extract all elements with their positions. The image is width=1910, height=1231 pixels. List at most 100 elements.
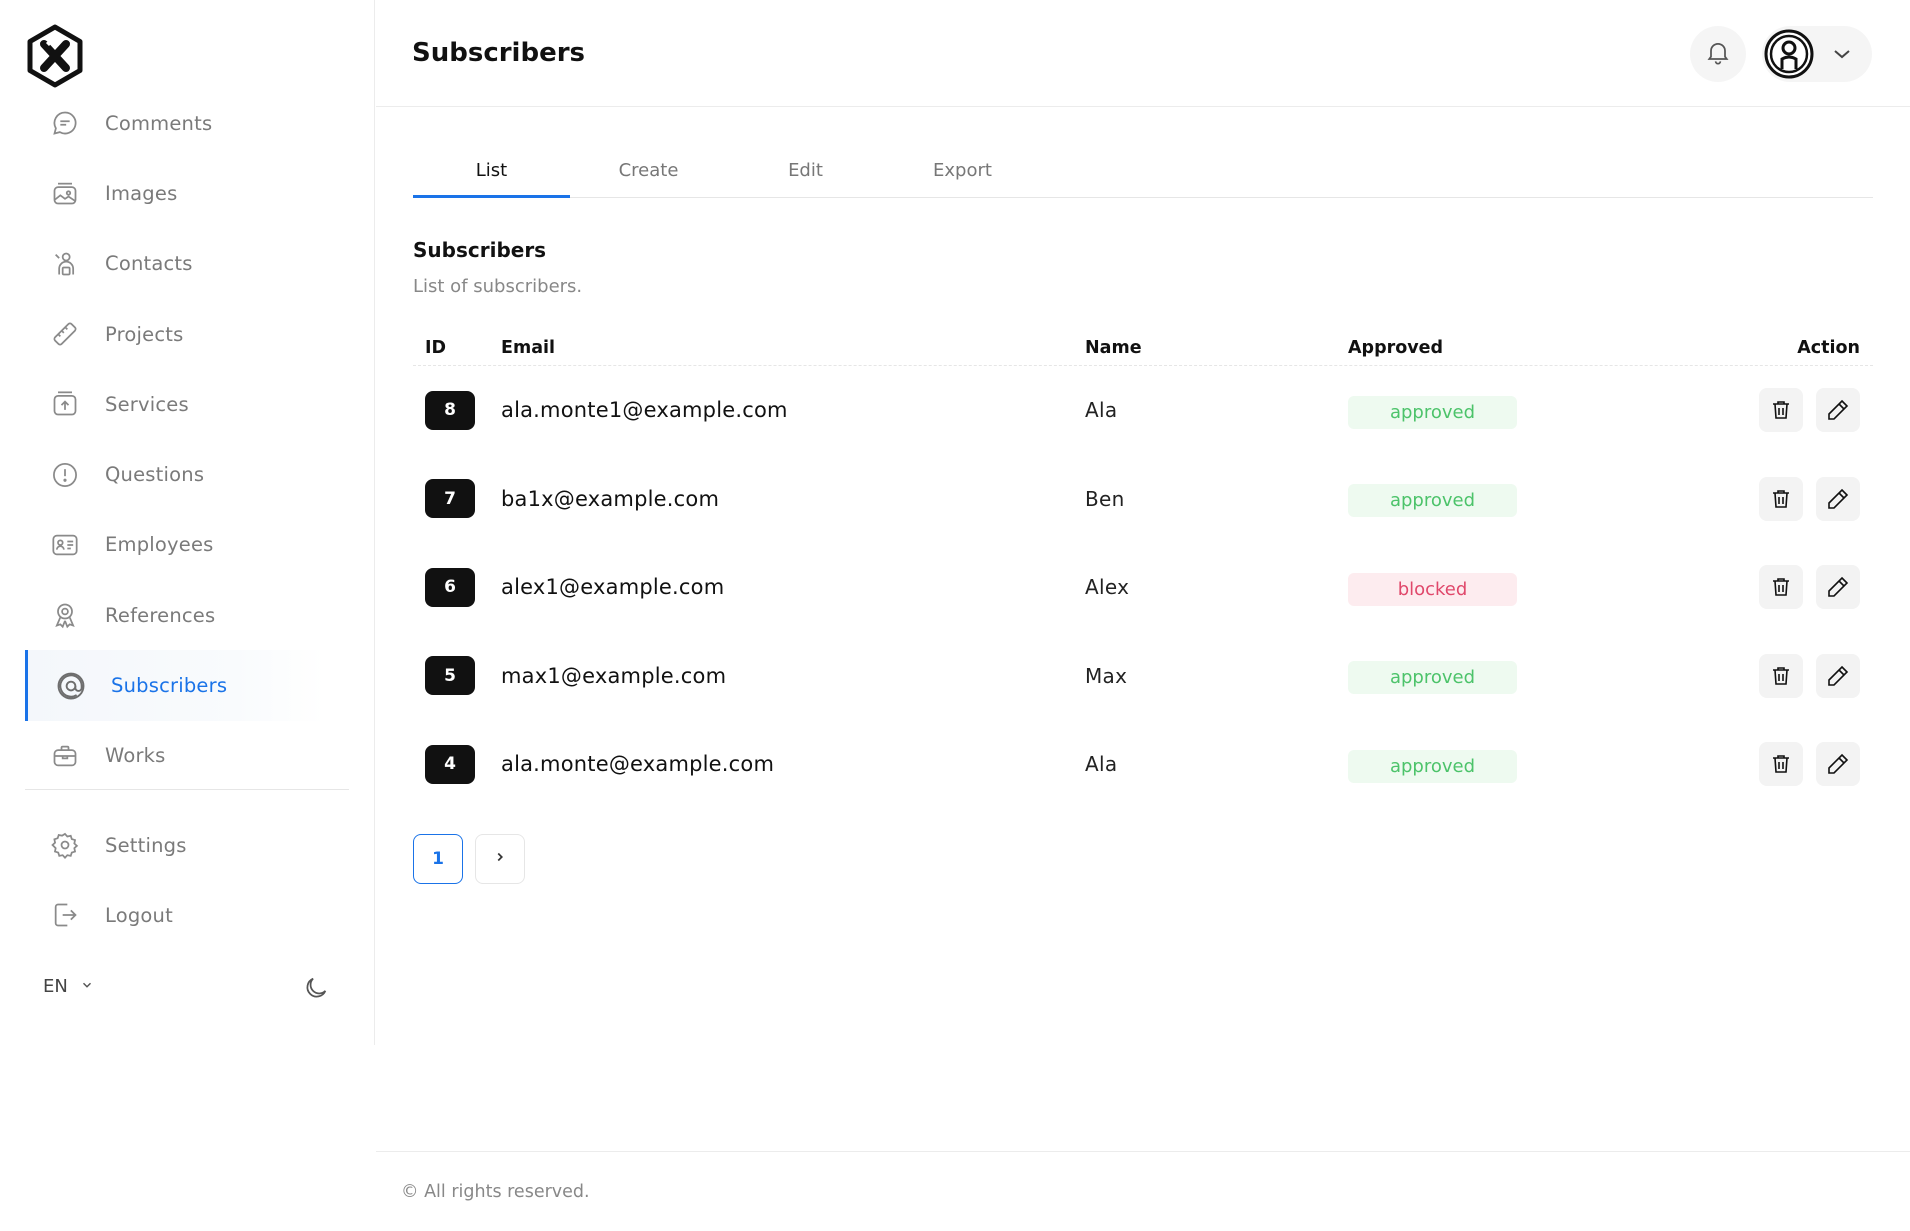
edit-button[interactable] bbox=[1816, 565, 1860, 610]
page-button-current[interactable]: 1 bbox=[413, 834, 463, 884]
delete-button[interactable] bbox=[1759, 742, 1803, 787]
sidebar-item-label: Logout bbox=[105, 903, 173, 927]
delete-button[interactable] bbox=[1759, 388, 1803, 433]
notifications-button[interactable] bbox=[1690, 26, 1746, 82]
status-badge: approved bbox=[1348, 484, 1517, 518]
table-header: ID Email Name Approved Action bbox=[413, 330, 1873, 366]
user-menu-button[interactable] bbox=[1762, 26, 1872, 82]
delete-button[interactable] bbox=[1759, 476, 1803, 521]
sidebar-item-logout[interactable]: Logout bbox=[25, 880, 349, 950]
sidebar-item-label: Settings bbox=[105, 833, 187, 857]
trash-icon bbox=[1773, 489, 1789, 508]
table-row: 5 max1@example.com Max approved bbox=[413, 632, 1873, 721]
top-header: Subscribers bbox=[376, 0, 1910, 107]
column-header-approved: Approved bbox=[1348, 337, 1444, 358]
copyright-text: © All rights reserved. bbox=[401, 1182, 590, 1202]
row-name: Max bbox=[1085, 663, 1128, 688]
status-badge: approved bbox=[1348, 749, 1517, 783]
row-name: Ben bbox=[1085, 486, 1125, 511]
sidebar-item-label: References bbox=[105, 603, 216, 627]
row-name: Ala bbox=[1085, 752, 1118, 777]
subscribers-table: ID Email Name Approved Action 8 ala.mont… bbox=[413, 330, 1873, 809]
table-row: 6 alex1@example.com Alex blocked bbox=[413, 543, 1873, 632]
sidebar-item-label: Questions bbox=[105, 463, 205, 487]
sidebar-item-employees[interactable]: Employees bbox=[25, 510, 349, 580]
sidebar-item-subscribers[interactable]: Subscribers bbox=[25, 650, 325, 721]
sidebar-item-works[interactable]: Works bbox=[25, 721, 349, 791]
contacts-icon bbox=[49, 248, 81, 280]
column-header-email: Email bbox=[501, 337, 555, 358]
sidebar-item-settings[interactable]: Settings bbox=[25, 810, 349, 880]
edit-button[interactable] bbox=[1816, 388, 1860, 433]
gear-icon bbox=[49, 829, 81, 861]
sidebar-item-projects[interactable]: Projects bbox=[25, 299, 349, 369]
sidebar-item-label: Comments bbox=[105, 111, 213, 135]
column-header-action: Action bbox=[1797, 337, 1860, 358]
id-badge: 8 bbox=[425, 390, 475, 430]
sidebar-item-references[interactable]: References bbox=[25, 580, 349, 650]
sidebar-item-comments[interactable]: Comments bbox=[25, 88, 349, 158]
edit-button[interactable] bbox=[1816, 476, 1860, 521]
trash-icon bbox=[1773, 578, 1789, 597]
dark-mode-moon-icon[interactable] bbox=[302, 974, 332, 1004]
logout-icon bbox=[49, 899, 81, 931]
sidebar-divider bbox=[25, 789, 349, 790]
trash-icon bbox=[1773, 666, 1789, 685]
page-title: Subscribers bbox=[412, 38, 586, 68]
pencil-icon bbox=[1828, 665, 1849, 686]
sidebar-item-label: Subscribers bbox=[111, 674, 228, 698]
row-email: ba1x@example.com bbox=[501, 486, 720, 511]
pagination: 1 bbox=[413, 834, 525, 884]
chevron-right-icon bbox=[493, 849, 507, 869]
language-label: EN bbox=[43, 976, 68, 997]
sidebar-item-questions[interactable]: Questions bbox=[25, 439, 349, 509]
chevron-down-icon bbox=[1830, 42, 1854, 66]
id-badge: 6 bbox=[425, 567, 475, 607]
id-card-icon bbox=[49, 529, 81, 561]
table-row: 8 ala.monte1@example.com Ala approved bbox=[413, 366, 1873, 455]
next-page-button[interactable] bbox=[475, 834, 525, 884]
sidebar-item-label: Services bbox=[105, 392, 189, 416]
edit-button[interactable] bbox=[1816, 653, 1860, 698]
briefcase-icon bbox=[49, 740, 81, 772]
sidebar-item-label: Employees bbox=[105, 533, 214, 557]
pencil-icon bbox=[1828, 754, 1849, 775]
tab-export[interactable]: Export bbox=[884, 148, 1041, 197]
tab-list[interactable]: List bbox=[413, 148, 570, 198]
section-subtitle: List of subscribers. bbox=[413, 276, 583, 297]
row-email: max1@example.com bbox=[501, 663, 727, 688]
edit-button[interactable] bbox=[1816, 742, 1860, 787]
brand-logo-icon[interactable] bbox=[26, 24, 84, 88]
status-badge: approved bbox=[1348, 661, 1517, 695]
award-icon bbox=[49, 599, 81, 631]
id-badge: 5 bbox=[425, 656, 475, 696]
question-circle-icon bbox=[49, 459, 81, 491]
pencil-icon bbox=[1828, 488, 1849, 509]
delete-button[interactable] bbox=[1759, 653, 1803, 698]
sidebar-item-images[interactable]: Images bbox=[25, 158, 349, 228]
row-email: alex1@example.com bbox=[501, 575, 725, 600]
sidebar: Comments Images Contacts Projects Servic… bbox=[0, 0, 375, 1045]
sidebar-item-services[interactable]: Services bbox=[25, 369, 349, 439]
status-badge: blocked bbox=[1348, 572, 1517, 606]
sidebar-item-label: Works bbox=[105, 744, 166, 768]
delete-button[interactable] bbox=[1759, 565, 1803, 610]
tab-create[interactable]: Create bbox=[570, 148, 727, 197]
avatar bbox=[1764, 29, 1814, 79]
row-email: ala.monte1@example.com bbox=[501, 398, 788, 423]
table-row: 4 ala.monte@example.com Ala approved bbox=[413, 720, 1873, 809]
section-title: Subscribers bbox=[413, 238, 547, 262]
pencil-icon bbox=[1828, 400, 1849, 421]
column-header-id: ID bbox=[425, 337, 447, 358]
table-row: 7 ba1x@example.com Ben approved bbox=[413, 455, 1873, 544]
status-badge: approved bbox=[1348, 395, 1517, 429]
row-email: ala.monte@example.com bbox=[501, 752, 775, 777]
sidebar-item-label: Projects bbox=[105, 322, 184, 346]
sidebar-item-contacts[interactable]: Contacts bbox=[25, 229, 349, 299]
column-header-name: Name bbox=[1085, 337, 1142, 358]
language-selector[interactable]: EN bbox=[43, 976, 94, 997]
row-name: Alex bbox=[1085, 575, 1130, 600]
tab-edit[interactable]: Edit bbox=[727, 148, 884, 197]
upload-box-icon bbox=[49, 388, 81, 420]
id-badge: 4 bbox=[425, 744, 475, 784]
